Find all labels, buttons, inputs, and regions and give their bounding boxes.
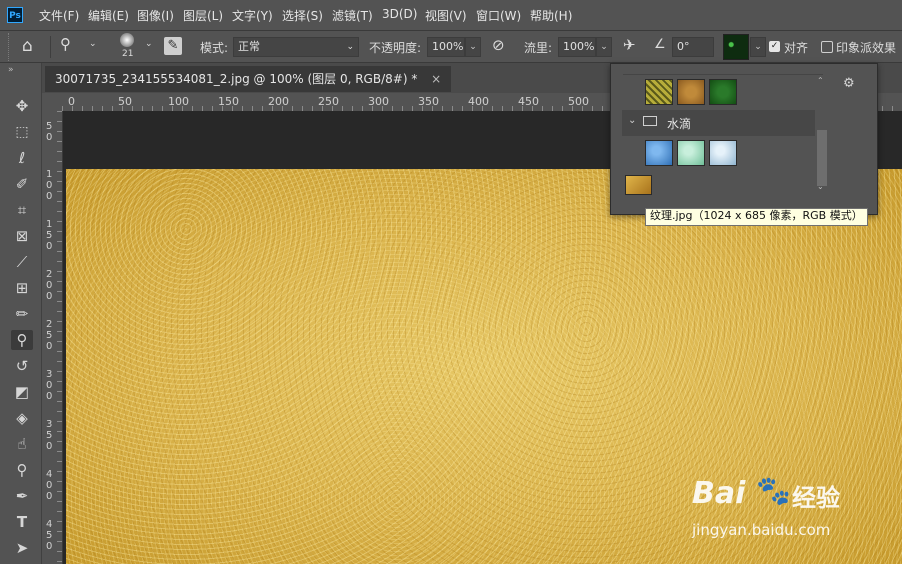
menu-select[interactable]: 选择(S) — [282, 7, 323, 24]
watermark-url: jingyan.baidu.com — [692, 521, 831, 539]
menu-filter[interactable]: 滤镜(T) — [332, 7, 373, 24]
document-tab[interactable]: 30071735_234155534081_2.jpg @ 100% (图层 0… — [45, 66, 452, 92]
healing-brush-tool-icon[interactable]: ⊞ — [11, 278, 33, 298]
ruler-label: 4 5 0 — [46, 519, 53, 552]
ruler-label: 4 0 0 — [46, 469, 53, 502]
menu-layer[interactable]: 图层(L) — [183, 7, 223, 24]
history-brush-tool-icon[interactable]: ↺ — [11, 356, 33, 376]
pattern-group-name: 水滴 — [667, 117, 692, 131]
brush-settings-icon[interactable]: ✎ — [164, 37, 182, 55]
type-tool-icon[interactable]: T — [11, 512, 33, 532]
pen-tool-icon[interactable]: ✒ — [11, 486, 33, 506]
flow-label: 流里: — [524, 41, 553, 55]
align-checkbox[interactable]: ✓ — [769, 41, 780, 52]
impressionist-label: 印象派效果 — [836, 41, 897, 55]
ruler-label: 2 5 0 — [46, 319, 53, 352]
angle-icon: ∠ — [654, 37, 666, 52]
ruler-label: 3 0 0 — [46, 369, 53, 402]
opacity-dropdown[interactable]: ⌄ — [465, 37, 481, 57]
chevron-down-icon[interactable]: ⌄ — [89, 39, 97, 49]
pressure-opacity-icon[interactable]: ⊘ — [492, 36, 505, 54]
pattern-swatch-selected[interactable] — [625, 175, 652, 195]
options-bar: ⌂ ⚲ ⌄ 21 ⌄ ✎ 模式: 正常 ⌄ 不透明度: 100% ⌄ ⊘ 流里:… — [0, 30, 902, 63]
scrollbar-thumb[interactable] — [817, 130, 827, 186]
paint-bucket-tool-icon[interactable]: ◈ — [11, 408, 33, 428]
menu-file[interactable]: 文件(F) — [39, 7, 79, 24]
smudge-tool-icon[interactable]: ☝ — [11, 434, 33, 454]
ruler-corner — [42, 93, 62, 111]
pattern-group-row[interactable]: ⌄ 水滴 — [622, 110, 815, 136]
menu-view[interactable]: 视图(V) — [425, 7, 467, 24]
clone-stamp-tool-icon[interactable]: ⚲ — [11, 330, 33, 350]
divider — [623, 74, 823, 75]
collapse-panel-icon[interactable]: » — [8, 65, 14, 75]
pattern-preview[interactable] — [723, 34, 749, 60]
marquee-tool-icon[interactable]: ⬚ — [11, 122, 33, 142]
ruler-label: 2 0 0 — [46, 269, 53, 302]
menu-3d[interactable]: 3D(D) — [382, 7, 417, 21]
watermark-brand: Bai — [692, 476, 746, 511]
menu-edit[interactable]: 编辑(E) — [88, 7, 129, 24]
crop-tool-icon[interactable]: ⌗ — [11, 200, 33, 220]
photoshop-logo: Ps — [7, 7, 23, 23]
pattern-swatch[interactable] — [645, 140, 673, 166]
quick-select-tool-icon[interactable]: ✐ — [11, 174, 33, 194]
flow-dropdown[interactable]: ⌄ — [596, 37, 612, 57]
menu-help[interactable]: 帮助(H) — [530, 7, 572, 24]
opacity-label: 不透明度: — [369, 41, 422, 55]
gear-icon[interactable]: ⚙ — [843, 76, 855, 91]
home-icon[interactable]: ⌂ — [22, 36, 33, 56]
pattern-dropdown[interactable]: ⌄ — [750, 37, 766, 57]
ruler-label: 3 5 0 — [46, 419, 53, 452]
path-selection-tool-icon[interactable]: ➤ — [11, 538, 33, 558]
baidu-watermark: Bai 🐾 经验 jingyan.baidu.com — [692, 466, 892, 544]
ruler-ticks — [57, 111, 62, 564]
lasso-tool-icon[interactable]: ℓ — [11, 148, 33, 168]
align-label: 对齐 — [784, 41, 809, 55]
brush-tool-icon[interactable]: ✏ — [11, 304, 33, 324]
menu-bar: Ps 文件(F) 编辑(E) 图像(I) 图层(L) 文字(Y) 选择(S) 滤… — [0, 0, 902, 30]
pattern-swatch[interactable] — [709, 140, 737, 166]
document-tab-title: 30071735_234155534081_2.jpg @ 100% (图层 0… — [55, 72, 418, 86]
airbrush-icon[interactable]: ✈ — [623, 36, 636, 54]
move-tool-icon[interactable]: ✥ — [11, 96, 33, 116]
pattern-swatch[interactable] — [677, 79, 705, 105]
paw-icon: 🐾 — [756, 474, 791, 507]
brush-size-value: 21 — [122, 49, 134, 59]
pattern-swatch[interactable] — [709, 79, 737, 105]
menu-image[interactable]: 图像(I) — [137, 7, 174, 24]
eraser-tool-icon[interactable]: ◩ — [11, 382, 33, 402]
menu-type[interactable]: 文字(Y) — [232, 7, 273, 24]
folder-icon — [643, 116, 657, 126]
menu-window[interactable]: 窗口(W) — [476, 7, 521, 24]
chevron-down-icon[interactable]: ⌄ — [145, 39, 153, 49]
opacity-input[interactable]: 100% — [427, 37, 465, 57]
vertical-ruler: 5 0 1 0 0 1 5 0 2 0 0 2 5 0 3 0 0 3 5 0 … — [42, 111, 63, 564]
tools-panel: » ✥ ⬚ ℓ ✐ ⌗ ⊠ ⟋ ⊞ ✏ ⚲ ↺ ◩ ◈ ☝ ⚲ ✒ T ➤ — [0, 63, 42, 564]
brush-preview-icon[interactable] — [120, 33, 134, 47]
impressionist-checkbox[interactable] — [821, 41, 833, 53]
eyedropper-tool-icon[interactable]: ⟋ — [11, 252, 33, 272]
pattern-swatch[interactable] — [645, 79, 673, 105]
mode-value: 正常 — [238, 40, 260, 53]
flow-input[interactable]: 100% — [558, 37, 596, 57]
chevron-down-icon[interactable]: ⌄ — [628, 115, 636, 126]
scroll-up-icon[interactable]: ⌃ — [817, 76, 824, 85]
chevron-down-icon: ⌄ — [346, 42, 354, 52]
mode-label: 模式: — [200, 41, 229, 55]
pattern-swatch[interactable] — [677, 140, 705, 166]
close-icon[interactable]: × — [431, 72, 441, 86]
ruler-label: 1 0 0 — [46, 169, 53, 202]
mode-select[interactable]: 正常 ⌄ — [233, 37, 359, 57]
frame-tool-icon[interactable]: ⊠ — [11, 226, 33, 246]
options-grip[interactable] — [8, 33, 13, 61]
ruler-label: 5 0 — [46, 121, 53, 143]
pattern-tooltip: 纹理.jpg（1024 x 685 像素，RGB 模式） — [645, 208, 868, 226]
angle-input[interactable]: 0° — [672, 37, 714, 57]
dodge-tool-icon[interactable]: ⚲ — [11, 460, 33, 480]
clone-stamp-preset-icon[interactable]: ⚲ — [60, 35, 71, 53]
separator — [50, 36, 51, 58]
ruler-label: 1 5 0 — [46, 219, 53, 252]
watermark-brand-cn: 经验 — [792, 484, 840, 512]
